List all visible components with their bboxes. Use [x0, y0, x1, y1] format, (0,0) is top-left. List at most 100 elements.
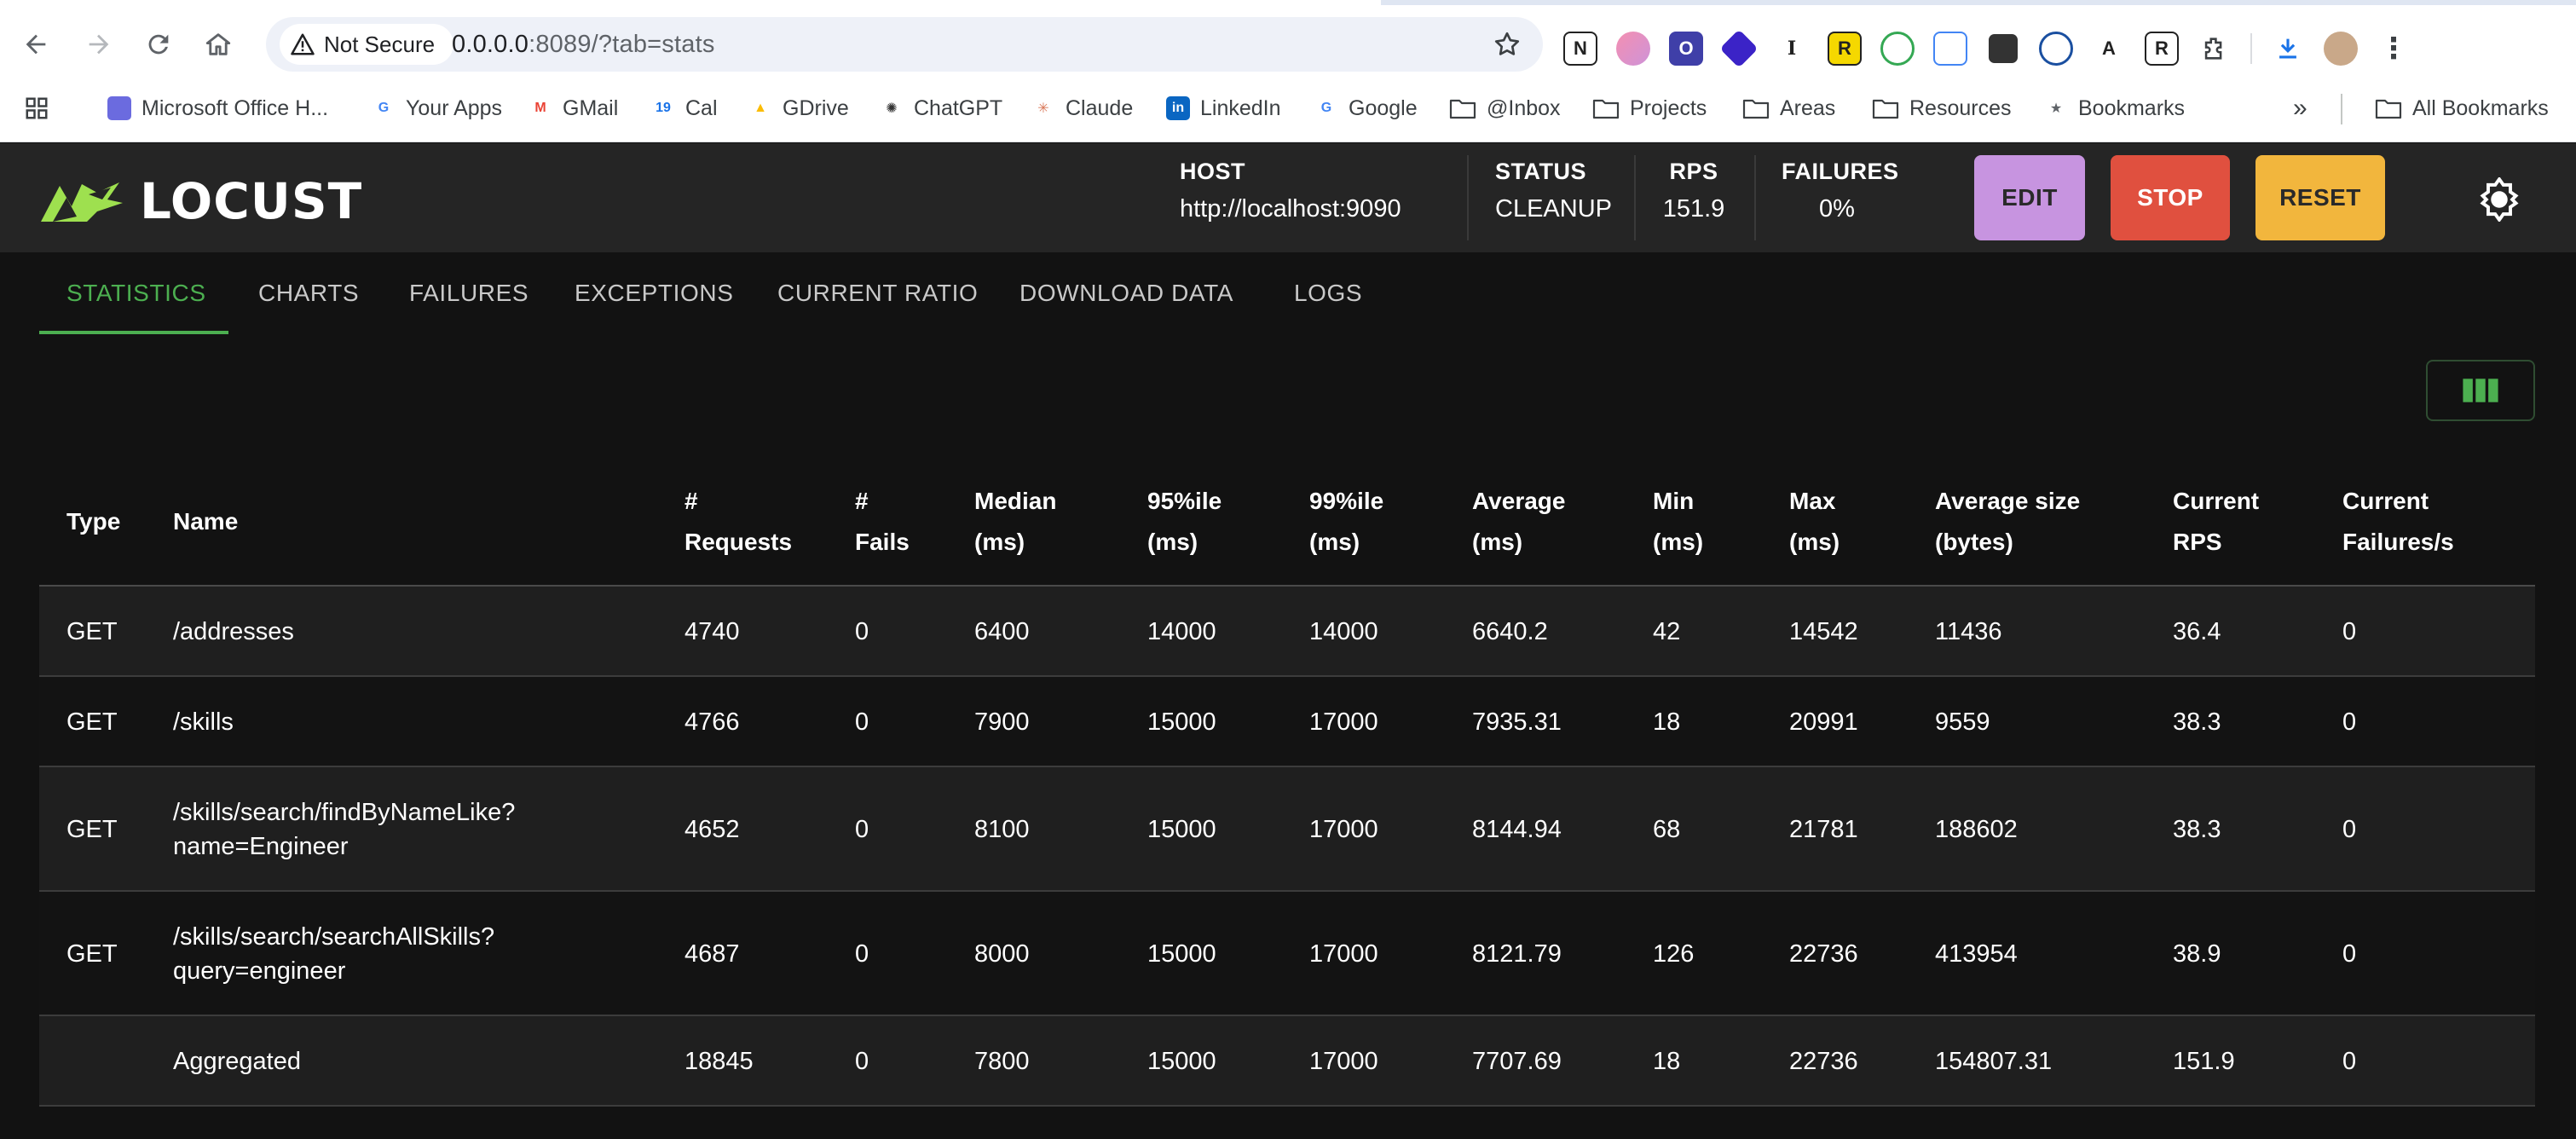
bookmark-label: GMail [563, 95, 619, 120]
rps-label: RPS [1669, 159, 1718, 184]
bookmark-label: ChatGPT [914, 95, 1003, 120]
bookmark-google[interactable]: G Google [1314, 92, 1418, 124]
bookmark-bookmarks[interactable]: ★ Bookmarks [2044, 92, 2185, 124]
r-extension-icon[interactable]: R [2145, 32, 2179, 66]
column-header-median[interactable]: Median (ms) [974, 481, 1056, 563]
tab-failures[interactable]: FAILURES [409, 280, 528, 307]
column-header-p95[interactable]: 95%ile (ms) [1147, 481, 1222, 563]
bookmark-gmail[interactable]: M GMail [528, 92, 618, 124]
profile-avatar[interactable] [2324, 32, 2358, 66]
tab-download-data[interactable]: DOWNLOAD DATA [1019, 280, 1233, 307]
extensions-row: N O I R A R ⋮ [1563, 29, 2411, 68]
download-icon[interactable] [2271, 32, 2305, 66]
column-header-line: (ms) [1789, 529, 1840, 555]
cell-average: 7707.69 [1472, 1048, 1562, 1075]
readwise-icon[interactable]: R [1828, 32, 1862, 66]
column-header-current-failures[interactable]: Current Failures/s [2342, 481, 2454, 563]
bookmark-claude[interactable]: ✳ Claude [1031, 92, 1133, 124]
column-header-avg-size[interactable]: Average size (bytes) [1935, 481, 2080, 563]
bookmark-star-icon[interactable] [1492, 29, 1522, 60]
active-browser-tab[interactable] [0, 0, 1381, 5]
bookmarks-overflow-icon[interactable]: » [2293, 92, 2307, 124]
bookmark-areas[interactable]: Areas [1742, 92, 1835, 124]
password-manager-icon[interactable] [2039, 32, 2073, 66]
sync-extension-icon[interactable] [1880, 32, 1915, 66]
extensions-puzzle-icon[interactable] [2198, 32, 2232, 66]
copilot-extension-icon[interactable] [1616, 32, 1650, 66]
column-header-fails[interactable]: # Fails [855, 481, 910, 563]
bookmark-microsoft-office-h[interactable]: Microsoft Office H... [107, 92, 328, 124]
bookmark-resources[interactable]: Resources [1872, 92, 2012, 124]
column-header-line: # [855, 488, 869, 514]
all-bookmarks-button[interactable]: All Bookmarks [2375, 92, 2549, 124]
column-header-line: Name [173, 508, 239, 535]
cell-current-failures: 0 [2342, 816, 2357, 843]
tab-current-ratio[interactable]: CURRENT RATIO [777, 280, 978, 307]
home-icon[interactable] [194, 20, 242, 68]
cell-max: 20991 [1789, 708, 1858, 736]
aggregated-row: Aggregated 18845 0 7800 15000 17000 7707.69 18 2… [39, 1016, 2535, 1107]
column-header-type[interactable]: Type [66, 501, 120, 542]
bookmark-projects[interactable]: Projects [1592, 92, 1707, 124]
cell-p95: 15000 [1147, 940, 1216, 968]
bookmark-label: Microsoft Office H... [142, 95, 329, 120]
cell-max: 14542 [1789, 618, 1858, 645]
column-header-line: Average size [1935, 488, 2081, 514]
theme-toggle-icon[interactable] [2477, 177, 2521, 222]
rps-stat: RPS 151.9 [1662, 159, 1725, 237]
column-header-min[interactable]: Min (ms) [1653, 481, 1703, 563]
tab-charts[interactable]: CHARTS [258, 280, 359, 307]
column-header-line: Failures/s [2342, 529, 2454, 555]
forward-icon[interactable] [75, 20, 123, 68]
cell-median: 8100 [974, 816, 1030, 843]
column-header-line: Max [1789, 488, 1836, 514]
all-bookmarks-label: All Bookmarks [2412, 95, 2549, 120]
url-text[interactable]: 0.0.0.0:8089/?tab=stats [452, 31, 715, 59]
tab-logs[interactable]: LOGS [1294, 280, 1362, 307]
cell-average: 8121.79 [1472, 940, 1562, 968]
stop-button[interactable]: STOP [2111, 155, 2230, 240]
cell-max: 21781 [1789, 816, 1858, 843]
edit-button[interactable]: EDIT [1974, 155, 2085, 240]
anthropic-extension-icon[interactable]: A [2092, 32, 2126, 66]
back-icon[interactable] [12, 20, 60, 68]
cube-extension-icon[interactable] [1989, 34, 2018, 63]
bookmark-your-apps[interactable]: G Your Apps [372, 92, 502, 124]
instapaper-icon[interactable]: I [1775, 32, 1809, 66]
column-header-max[interactable]: Max (ms) [1789, 481, 1840, 563]
cell-p95: 14000 [1147, 618, 1216, 645]
stat-divider [1467, 155, 1469, 240]
diamond-extension-icon[interactable] [1719, 29, 1759, 68]
security-chip[interactable]: Not Secure [280, 24, 454, 65]
locust-logo[interactable]: LOCUST [38, 172, 362, 230]
tab-statistics[interactable]: STATISTICS [66, 280, 206, 307]
column-header-requests[interactable]: # Requests [684, 481, 792, 563]
reload-icon[interactable] [135, 20, 182, 68]
bookmark-gdrive[interactable]: ▲ GDrive [748, 92, 849, 124]
cell-average: 6640.2 [1472, 618, 1548, 645]
tab-exceptions[interactable]: EXCEPTIONS [575, 280, 733, 307]
url-host: 0.0.0.0 [452, 31, 529, 58]
cell-current-rps: 38.9 [2173, 940, 2221, 968]
browser-menu-icon[interactable]: ⋮ [2377, 32, 2411, 66]
bookmark-cal[interactable]: 19 Cal [651, 92, 718, 124]
bookmark-chatgpt[interactable]: ✺ ChatGPT [880, 92, 1002, 124]
reset-button[interactable]: RESET [2255, 155, 2385, 240]
cell-max: 22736 [1789, 940, 1858, 968]
calendar-extension-icon[interactable] [1933, 32, 1967, 66]
column-header-current-rps[interactable]: Current RPS [2173, 481, 2259, 563]
bookmark--inbox[interactable]: @Inbox [1449, 92, 1561, 124]
cell-p99: 17000 [1309, 708, 1378, 736]
cell-requests: 4740 [684, 618, 740, 645]
address-bar[interactable]: Not Secure 0.0.0.0:8089/?tab=stats [266, 17, 1543, 72]
column-header-p99[interactable]: 99%ile (ms) [1309, 481, 1383, 563]
bookmark-linkedin[interactable]: in LinkedIn [1166, 92, 1281, 124]
notion-extension-icon[interactable]: N [1563, 32, 1597, 66]
star-icon: ★ [2044, 96, 2068, 120]
locust-grasshopper-icon [41, 182, 123, 222]
column-header-average[interactable]: Average (ms) [1472, 481, 1565, 563]
apps-grid-icon[interactable] [24, 92, 49, 124]
onepassword-square-icon[interactable]: O [1669, 32, 1703, 66]
column-selector-button[interactable] [2426, 360, 2535, 421]
column-header-name[interactable]: Name [173, 501, 238, 542]
